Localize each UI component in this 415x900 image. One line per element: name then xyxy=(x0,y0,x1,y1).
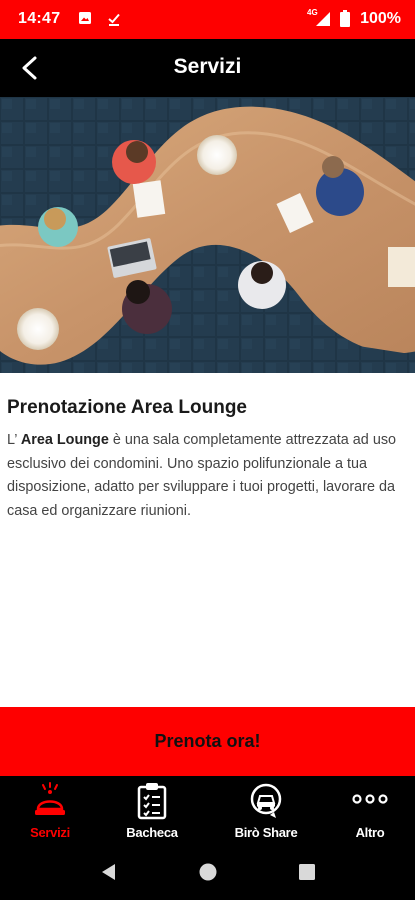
nav-label-bacheca: Bacheca xyxy=(126,825,178,840)
battery-percent: 100% xyxy=(360,10,401,27)
description-bold: Area Lounge xyxy=(20,432,109,448)
nav-label-servizi: Servizi xyxy=(30,825,70,840)
section-heading: Prenotazione Area Lounge xyxy=(7,397,247,418)
more-dots-icon xyxy=(351,792,389,810)
book-now-label: Prenota ora! xyxy=(154,731,261,751)
download-done-icon xyxy=(106,11,122,32)
clipboard-checklist-icon xyxy=(136,782,168,825)
recents-square-icon[interactable] xyxy=(296,861,318,888)
home-circle-icon[interactable] xyxy=(197,861,219,888)
nav-item-servizi[interactable]: Servizi xyxy=(0,776,100,846)
app-bar: Servizi xyxy=(0,39,415,97)
battery-icon xyxy=(340,10,350,32)
status-time: 14:47 xyxy=(18,10,61,27)
system-navigation-bar xyxy=(0,846,415,900)
nav-item-biro-share[interactable]: Birò Share xyxy=(216,776,316,846)
nav-item-bacheca[interactable]: Bacheca xyxy=(102,776,202,846)
nav-item-altro[interactable]: Altro xyxy=(320,776,415,846)
description-prefix: L’ xyxy=(7,432,21,448)
image-icon xyxy=(78,11,92,30)
description: L’ Area Lounge è una sala completamente … xyxy=(7,429,407,523)
bottom-nav: Servizi Bacheca Birò Share Altro xyxy=(0,776,415,846)
page-title: Servizi xyxy=(173,55,242,78)
service-bell-icon xyxy=(33,782,67,825)
nav-label-biro-share: Birò Share xyxy=(234,825,298,840)
lounge-photo xyxy=(0,97,415,373)
status-bar: 14:47 4G 100% xyxy=(0,0,415,39)
nav-label-altro: Altro xyxy=(355,825,385,840)
book-now-button[interactable]: Prenota ora! xyxy=(0,707,415,776)
back-triangle-icon[interactable] xyxy=(98,861,120,888)
car-share-icon xyxy=(248,782,284,825)
signal-icon xyxy=(315,11,331,32)
